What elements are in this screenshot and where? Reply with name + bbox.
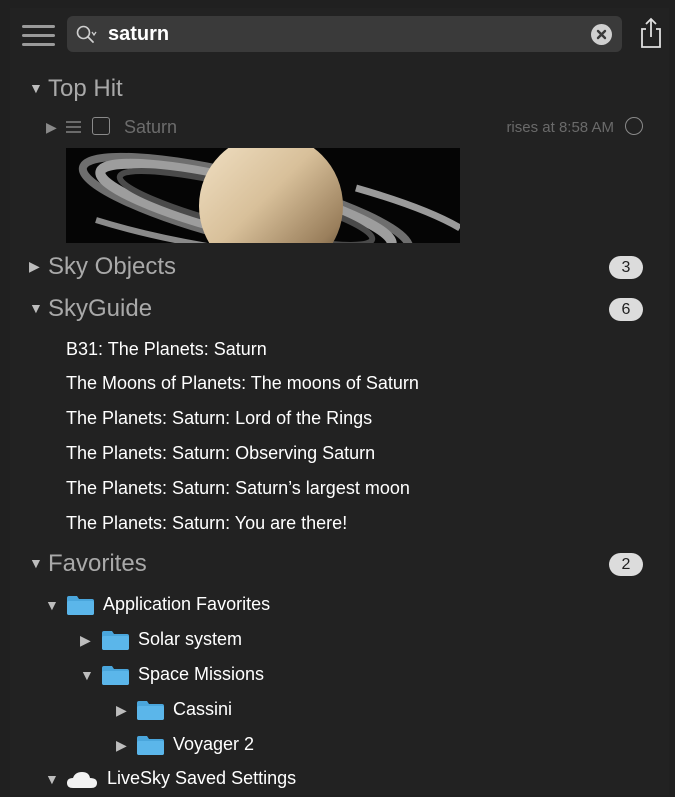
cloud-icon <box>67 772 97 788</box>
expanded-triangle-icon[interactable]: ▼ <box>45 597 59 613</box>
collapsed-triangle-icon[interactable]: ▶ <box>46 119 57 136</box>
expanded-triangle-icon[interactable]: ▼ <box>29 300 43 316</box>
folder-icon <box>102 666 129 685</box>
expanded-triangle-icon[interactable]: ▼ <box>80 667 94 683</box>
list-icon[interactable] <box>65 120 82 134</box>
expanded-triangle-icon[interactable]: ▼ <box>29 555 43 571</box>
folder-icon <box>67 596 94 615</box>
tree-item-label: Application Favorites <box>103 594 271 614</box>
count-badge: 2 <box>609 553 643 576</box>
tree-item-cassini[interactable]: ▶ Cassini <box>10 697 669 723</box>
section-title: Sky Objects <box>48 253 177 280</box>
expanded-triangle-icon[interactable]: ▼ <box>29 80 43 96</box>
collapsed-triangle-icon[interactable]: ▶ <box>80 632 91 649</box>
section-top-hit-header[interactable]: ▼ Top Hit <box>10 74 669 104</box>
collapsed-triangle-icon[interactable]: ▶ <box>116 702 127 719</box>
section-title: Favorites <box>48 550 147 577</box>
search-icon[interactable] <box>75 24 97 46</box>
section-title: SkyGuide <box>48 295 153 322</box>
expanded-triangle-icon[interactable]: ▼ <box>45 771 59 787</box>
tree-item-label: Voyager 2 <box>173 734 255 754</box>
object-name: Saturn <box>124 117 178 137</box>
section-title: Top Hit <box>48 75 123 102</box>
search-field[interactable] <box>67 16 622 52</box>
share-icon[interactable] <box>638 17 664 49</box>
count-badge: 6 <box>609 298 643 321</box>
tree-item-solar-system[interactable]: ▶ Solar system <box>10 627 669 653</box>
folder-icon <box>102 631 129 650</box>
rise-time: rises at 8:58 AM <box>506 119 614 136</box>
toolbar <box>10 8 669 62</box>
section-skyguide-header[interactable]: ▼ SkyGuide 6 <box>10 294 669 324</box>
tree-item-space-missions[interactable]: ▼ Space Missions <box>10 662 669 688</box>
skyguide-item[interactable]: The Planets: Saturn: Saturn’s largest mo… <box>66 478 410 499</box>
tree-item-label: Space Missions <box>138 664 265 684</box>
visibility-checkbox[interactable] <box>92 117 110 135</box>
skyguide-item[interactable]: The Planets: Saturn: You are there! <box>66 513 347 534</box>
count-badge: 3 <box>609 256 643 279</box>
skyguide-item[interactable]: The Moons of Planets: The moons of Satur… <box>66 373 419 394</box>
tree-item-voyager-2[interactable]: ▶ Voyager 2 <box>10 732 669 758</box>
skyguide-item[interactable]: The Planets: Saturn: Observing Saturn <box>66 443 375 464</box>
tree-item-label: Solar system <box>138 629 243 649</box>
clear-search-icon[interactable] <box>591 24 612 45</box>
collapsed-triangle-icon[interactable]: ▶ <box>29 258 40 275</box>
folder-icon <box>137 701 164 720</box>
tree-item-livesky-saved-settings[interactable]: ▼ LiveSky Saved Settings <box>10 766 669 792</box>
search-panel: ▼ Top Hit ▶ Saturn rises at 8:58 AM <box>10 8 669 795</box>
search-input[interactable] <box>108 20 578 48</box>
select-circle-icon[interactable] <box>625 117 643 135</box>
collapsed-triangle-icon[interactable]: ▶ <box>116 737 127 754</box>
tree-item-application-favorites[interactable]: ▼ Application Favorites <box>10 592 669 618</box>
top-hit-row[interactable]: ▶ Saturn rises at 8:58 AM <box>10 116 669 140</box>
section-sky-objects-header[interactable]: ▶ Sky Objects 3 <box>10 252 669 282</box>
tree-item-label: Cassini <box>173 699 233 719</box>
folder-icon <box>137 736 164 755</box>
saturn-image <box>66 148 460 243</box>
skyguide-item[interactable]: B31: The Planets: Saturn <box>66 339 267 360</box>
tree-item-label: LiveSky Saved Settings <box>107 768 297 788</box>
menu-icon[interactable] <box>22 25 55 47</box>
skyguide-item[interactable]: The Planets: Saturn: Lord of the Rings <box>66 408 372 429</box>
section-favorites-header[interactable]: ▼ Favorites 2 <box>10 549 669 579</box>
